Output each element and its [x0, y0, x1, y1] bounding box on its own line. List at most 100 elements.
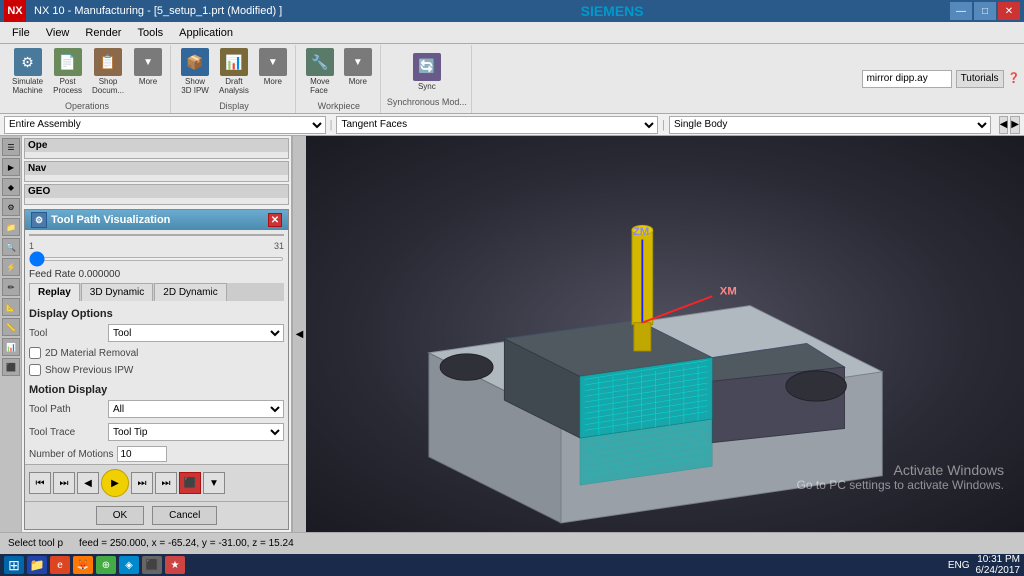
- play-back-btn[interactable]: ◀: [77, 472, 99, 494]
- tool-path-select[interactable]: AllRapidFeed: [108, 400, 284, 418]
- nav-icon-5[interactable]: 🔍: [2, 238, 20, 256]
- sync-btn[interactable]: 🔄 Sync: [409, 51, 445, 93]
- help-icon[interactable]: ❓: [1008, 73, 1020, 84]
- viewport: XM ZM Activate Windows Go to PC settings…: [306, 136, 1024, 532]
- path-item-0[interactable]: GOTO/-3.996,-74.625,30.000: [30, 235, 283, 236]
- tool-trace-row: Tool Trace Tool TipTool CenterNone: [29, 423, 284, 441]
- menu-render[interactable]: Render: [77, 25, 129, 41]
- taskbar-time: 10:31 PM 6/24/2017: [976, 554, 1021, 576]
- nav-header: Nav: [25, 162, 288, 175]
- slider-min: 1: [29, 241, 34, 251]
- nx-logo: NX: [4, 0, 26, 22]
- feed-rate-label: Feed Rate 0.000000: [29, 269, 284, 280]
- path-slider-container: 1 31: [29, 239, 284, 266]
- ok-button[interactable]: OK: [96, 506, 144, 525]
- expand-arrow[interactable]: ◀: [292, 136, 306, 532]
- tutorials-btn[interactable]: Tutorials: [956, 70, 1004, 88]
- nav-icon-11[interactable]: ⬛: [2, 358, 20, 376]
- dropdown-btn[interactable]: ▼: [203, 472, 225, 494]
- step-forward-btn[interactable]: ⏭: [131, 472, 153, 494]
- nav-icon-3[interactable]: ⚙: [2, 198, 20, 216]
- nav-icon-8[interactable]: 📐: [2, 298, 20, 316]
- num-motions-label: Number of Motions: [29, 449, 113, 460]
- taskbar-right: ENG 10:31 PM 6/24/2017: [948, 554, 1020, 576]
- material-removal-checkbox[interactable]: [29, 347, 41, 359]
- slider-max: 31: [274, 241, 284, 251]
- tool-trace-select[interactable]: Tool TipTool CenterNone: [108, 423, 284, 441]
- taskbar-chrome[interactable]: ⊕: [96, 556, 116, 574]
- tab-replay[interactable]: Replay: [29, 283, 80, 301]
- skip-to-start-btn[interactable]: ⏮: [29, 472, 51, 494]
- show-ipw-checkbox[interactable]: [29, 364, 41, 376]
- nav-icon-1[interactable]: ▶: [2, 158, 20, 176]
- path-slider[interactable]: [29, 257, 284, 261]
- taskbar-ie[interactable]: e: [50, 556, 70, 574]
- nav-icon-4[interactable]: 📁: [2, 218, 20, 236]
- move-face-btn[interactable]: 🔧 MoveFace: [302, 46, 338, 97]
- nav-icon-6[interactable]: ⚡: [2, 258, 20, 276]
- nav-icon-2[interactable]: ◆: [2, 178, 20, 196]
- taskbar-firefox[interactable]: 🦊: [73, 556, 93, 574]
- play-forward-btn[interactable]: ▶: [101, 469, 129, 497]
- menu-tools[interactable]: Tools: [129, 25, 171, 41]
- show-3d-ipw-btn[interactable]: 📦 Show3D IPW: [177, 46, 213, 97]
- start-btn[interactable]: ⊞: [4, 556, 24, 574]
- nav-icon-9[interactable]: 📏: [2, 318, 20, 336]
- taskbar-app3[interactable]: ★: [165, 556, 185, 574]
- num-motions-input[interactable]: [117, 446, 167, 462]
- step-back-btn[interactable]: ⏭: [53, 472, 75, 494]
- separator-icon: |: [330, 119, 333, 131]
- minimize-button[interactable]: —: [950, 2, 972, 20]
- stop-btn[interactable]: ⬛: [179, 472, 201, 494]
- show-3d-ipw-icon: 📦: [181, 48, 209, 76]
- draft-analysis-btn[interactable]: 📊 DraftAnalysis: [215, 46, 253, 97]
- show-ipw-label: Show Previous IPW: [45, 365, 133, 376]
- restore-button[interactable]: □: [974, 2, 996, 20]
- shop-documentation-btn[interactable]: 📋 ShopDocum...: [88, 46, 128, 97]
- tab-2d-dynamic[interactable]: 2D Dynamic: [154, 283, 226, 301]
- taskbar-app1[interactable]: ◈: [119, 556, 139, 574]
- close-button[interactable]: ✕: [998, 2, 1020, 20]
- more-operations-btn[interactable]: ▼ More: [130, 46, 166, 97]
- more-workpiece-btn[interactable]: ▼ More: [340, 46, 376, 97]
- menu-file[interactable]: File: [4, 25, 38, 41]
- shop-doc-icon: 📋: [94, 48, 122, 76]
- date-display: 6/24/2017: [976, 565, 1021, 576]
- menu-view[interactable]: View: [38, 25, 78, 41]
- move-face-icon: 🔧: [306, 48, 334, 76]
- mirror-search-input[interactable]: [862, 70, 952, 88]
- nav-arrows: ◀ ▶: [999, 116, 1020, 134]
- cancel-button[interactable]: Cancel: [152, 506, 217, 525]
- more-display-btn[interactable]: ▼ More: [255, 46, 291, 97]
- taskbar-app2[interactable]: ⬛: [142, 556, 162, 574]
- simulate-machine-btn[interactable]: ⚙ SimulateMachine: [8, 46, 47, 97]
- sync-icon: 🔄: [413, 53, 441, 81]
- display-options-header: Display Options: [29, 308, 284, 320]
- motion-display-header: Motion Display: [29, 384, 284, 396]
- nav-icon-menu[interactable]: ☰: [2, 138, 20, 156]
- nav-icon-10[interactable]: 📊: [2, 338, 20, 356]
- post-process-btn[interactable]: 📄 PostProcess: [49, 46, 86, 97]
- skip-to-end-btn[interactable]: ⏭: [155, 472, 177, 494]
- tangent-select[interactable]: Tangent Faces: [336, 116, 658, 134]
- tool-path-label: Tool Path: [29, 404, 104, 415]
- activate-title: Activate Windows: [797, 462, 1004, 478]
- dialog-title-bar: ⚙ Tool Path Visualization ✕: [25, 210, 288, 230]
- workpiece-label: Workpiece: [318, 101, 360, 111]
- menu-application[interactable]: Application: [171, 25, 241, 41]
- body-select[interactable]: Single Body: [669, 116, 991, 134]
- material-removal-row: 2D Material Removal: [29, 347, 284, 359]
- path-list[interactable]: GOTO/-3.996,-74.625,30.000 GOTO/-3.996,-…: [29, 234, 284, 236]
- tool-path-row: Tool Path AllRapidFeed: [29, 400, 284, 418]
- taskbar-explorer[interactable]: 📁: [27, 556, 47, 574]
- svg-text:XM: XM: [720, 285, 737, 297]
- nav-icon-7[interactable]: ✏: [2, 278, 20, 296]
- dialog-close-btn[interactable]: ✕: [268, 213, 282, 227]
- forward-btn[interactable]: ▶: [1010, 116, 1020, 134]
- back-btn[interactable]: ◀: [999, 116, 1009, 134]
- assembly-select[interactable]: Entire Assembly: [4, 116, 326, 134]
- tab-3d-dynamic[interactable]: 3D Dynamic: [81, 283, 153, 301]
- material-removal-label: 2D Material Removal: [45, 348, 138, 359]
- siemens-logo: SIEMENS: [581, 3, 652, 19]
- tool-select[interactable]: ToolHolderBoth: [108, 324, 284, 342]
